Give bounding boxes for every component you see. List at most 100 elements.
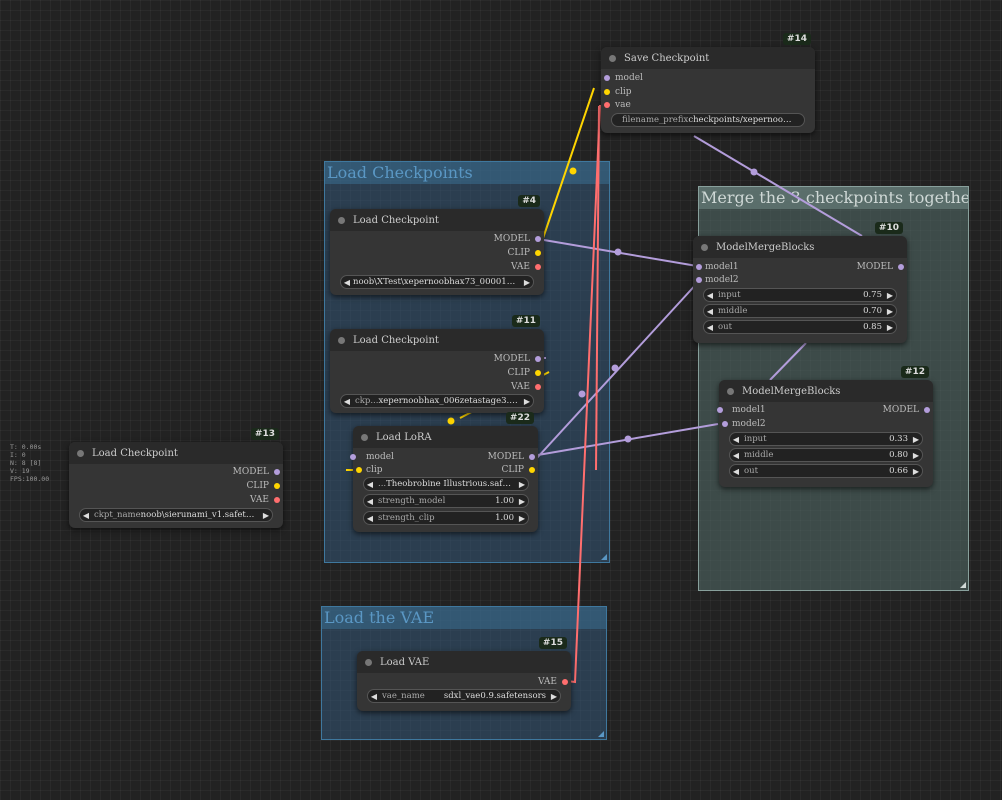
input-pin-vae[interactable] [604, 102, 610, 108]
node-load-checkpoint-13[interactable]: #13 Load Checkpoint MODEL CLIP VAE ◀ ckp… [69, 428, 283, 528]
widget-label: out [718, 322, 733, 332]
ckpt-name-combo[interactable]: ◀ ckp... xepernoobhax_006zetastage3.safe… [340, 394, 534, 408]
input-pin-model2[interactable] [696, 277, 702, 283]
arrow-left-icon[interactable]: ◀ [80, 511, 92, 520]
node-load-checkpoint-11[interactable]: #11 Load Checkpoint MODEL CLIP VAE ◀ ckp… [330, 315, 544, 413]
strength-model-stepper[interactable]: ◀ strength_model 1.00 ▶ [363, 494, 529, 508]
arrow-left-icon[interactable]: ◀ [364, 497, 376, 506]
middle-stepper[interactable]: ◀ middle 0.80 ▶ [729, 448, 923, 462]
output-label: MODEL [856, 262, 893, 272]
node-title: Load Checkpoint [353, 334, 439, 346]
middle-stepper[interactable]: ◀ middle 0.70 ▶ [703, 304, 897, 318]
arrow-right-icon[interactable]: ▶ [260, 511, 272, 520]
node-load-vae[interactable]: #15 Load VAE VAE ◀ vae_name sdxl_vae0.9.… [357, 637, 571, 711]
collapse-dot-icon[interactable] [365, 658, 372, 666]
input-pin-model2[interactable] [722, 421, 728, 427]
arrow-left-icon[interactable]: ◀ [704, 323, 716, 332]
collapse-dot-icon[interactable] [338, 336, 345, 344]
node-load-lora[interactable]: #22 Load LoRA model clip MODEL CLIP ◀ ..… [350, 412, 538, 532]
collapse-dot-icon[interactable] [701, 243, 708, 251]
arrow-right-icon[interactable]: ▶ [521, 278, 533, 287]
input-pin-model1[interactable] [696, 264, 702, 270]
arrow-right-icon[interactable]: ▶ [516, 514, 528, 523]
widget-label: ckp... [355, 396, 379, 406]
collapse-dot-icon[interactable] [609, 54, 616, 62]
arrow-right-icon[interactable]: ▶ [884, 307, 896, 316]
vae-name-combo[interactable]: ◀ vae_name sdxl_vae0.9.safetensors ▶ [367, 689, 561, 703]
arrow-right-icon[interactable]: ▶ [521, 397, 533, 406]
widget-label: vae_name [382, 691, 425, 701]
arrow-left-icon[interactable]: ◀ [341, 278, 353, 287]
filename-prefix-field[interactable]: filename_prefix checkpoints/xepernoobhax… [611, 113, 805, 127]
output-label: MODEL [882, 405, 919, 415]
output-pin-clip[interactable] [535, 250, 541, 256]
input-pin-model[interactable] [350, 454, 356, 460]
arrow-right-icon[interactable]: ▶ [516, 480, 528, 489]
strength-clip-stepper[interactable]: ◀ strength_clip 1.00 ▶ [363, 511, 529, 525]
node-id-badge: #13 [250, 428, 279, 440]
node-load-checkpoint-4[interactable]: #4 Load Checkpoint MODEL CLIP VAE ◀ noob… [330, 195, 544, 295]
output-pin-vae[interactable] [535, 384, 541, 390]
widget-label: middle [744, 450, 774, 460]
output-label: MODEL [493, 234, 530, 244]
output-pin-model[interactable] [274, 469, 280, 475]
input-stepper[interactable]: ◀ input 0.33 ▶ [729, 432, 923, 446]
collapse-dot-icon[interactable] [338, 216, 345, 224]
widget-value: 0.80 [889, 450, 908, 460]
collapse-dot-icon[interactable] [77, 449, 84, 457]
widget-value: 0.66 [889, 466, 908, 476]
input-pin-clip[interactable] [604, 89, 610, 95]
output-pin-model[interactable] [535, 236, 541, 242]
arrow-right-icon[interactable]: ▶ [884, 291, 896, 300]
link-clip-4-to-14 [537, 87, 595, 254]
collapse-dot-icon[interactable] [727, 387, 734, 395]
ckpt-name-combo[interactable]: ◀ noob\XTest\xepernoobhax73_00001_.safet… [340, 275, 534, 289]
input-stepper[interactable]: ◀ input 0.75 ▶ [703, 288, 897, 302]
node-model-merge-12[interactable]: #12 ModelMergeBlocks model1 model2 MODEL… [717, 366, 933, 487]
output-pin-clip[interactable] [274, 483, 280, 489]
output-label: CLIP [501, 465, 524, 475]
output-pin-vae[interactable] [562, 679, 568, 685]
widget-value: Theobrobine Illustrious.safetensors [386, 479, 514, 489]
arrow-left-icon[interactable]: ◀ [730, 467, 742, 476]
arrow-right-icon[interactable]: ▶ [548, 692, 560, 701]
input-pin-model[interactable] [604, 75, 610, 81]
arrow-right-icon[interactable]: ▶ [910, 467, 922, 476]
arrow-left-icon[interactable]: ◀ [704, 291, 716, 300]
input-pin-clip[interactable] [356, 467, 362, 473]
output-pin-model[interactable] [924, 407, 930, 413]
output-label: CLIP [507, 248, 530, 258]
arrow-left-icon[interactable]: ◀ [364, 514, 376, 523]
link-model-10-to-12 [769, 342, 807, 381]
arrow-left-icon[interactable]: ◀ [730, 435, 742, 444]
arrow-right-icon[interactable]: ▶ [910, 451, 922, 460]
node-model-merge-10[interactable]: #10 ModelMergeBlocks model1 model2 MODEL… [693, 222, 907, 343]
ckpt-name-combo[interactable]: ◀ ckpt_name noob\sierunami_v1.safetensor… [79, 508, 273, 522]
input-pin-model1[interactable] [717, 407, 723, 413]
arrow-left-icon[interactable]: ◀ [341, 397, 353, 406]
widget-label: input [718, 290, 741, 300]
output-pin-vae[interactable] [274, 497, 280, 503]
collapse-dot-icon[interactable] [361, 433, 368, 441]
output-pin-clip[interactable] [535, 370, 541, 376]
arrow-left-icon[interactable]: ◀ [730, 451, 742, 460]
arrow-right-icon[interactable]: ▶ [910, 435, 922, 444]
output-pin-clip[interactable] [529, 467, 535, 473]
output-label: CLIP [507, 368, 530, 378]
arrow-right-icon[interactable]: ▶ [884, 323, 896, 332]
arrow-left-icon[interactable]: ◀ [704, 307, 716, 316]
output-pin-model[interactable] [898, 264, 904, 270]
output-pin-model[interactable] [529, 454, 535, 460]
out-stepper[interactable]: ◀ out 0.85 ▶ [703, 320, 897, 334]
widget-label: middle [718, 306, 748, 316]
input-label: model1 [705, 262, 739, 272]
arrow-left-icon[interactable]: ◀ [364, 480, 376, 489]
node-title: Load Checkpoint [353, 214, 439, 226]
output-pin-vae[interactable] [535, 264, 541, 270]
output-pin-model[interactable] [535, 356, 541, 362]
arrow-left-icon[interactable]: ◀ [368, 692, 380, 701]
out-stepper[interactable]: ◀ out 0.66 ▶ [729, 464, 923, 478]
lora-name-combo[interactable]: ◀ ... Theobrobine Illustrious.safetensor… [363, 477, 529, 491]
node-save-checkpoint[interactable]: #14 Save Checkpoint model clip vae filen… [601, 33, 815, 133]
arrow-right-icon[interactable]: ▶ [516, 497, 528, 506]
